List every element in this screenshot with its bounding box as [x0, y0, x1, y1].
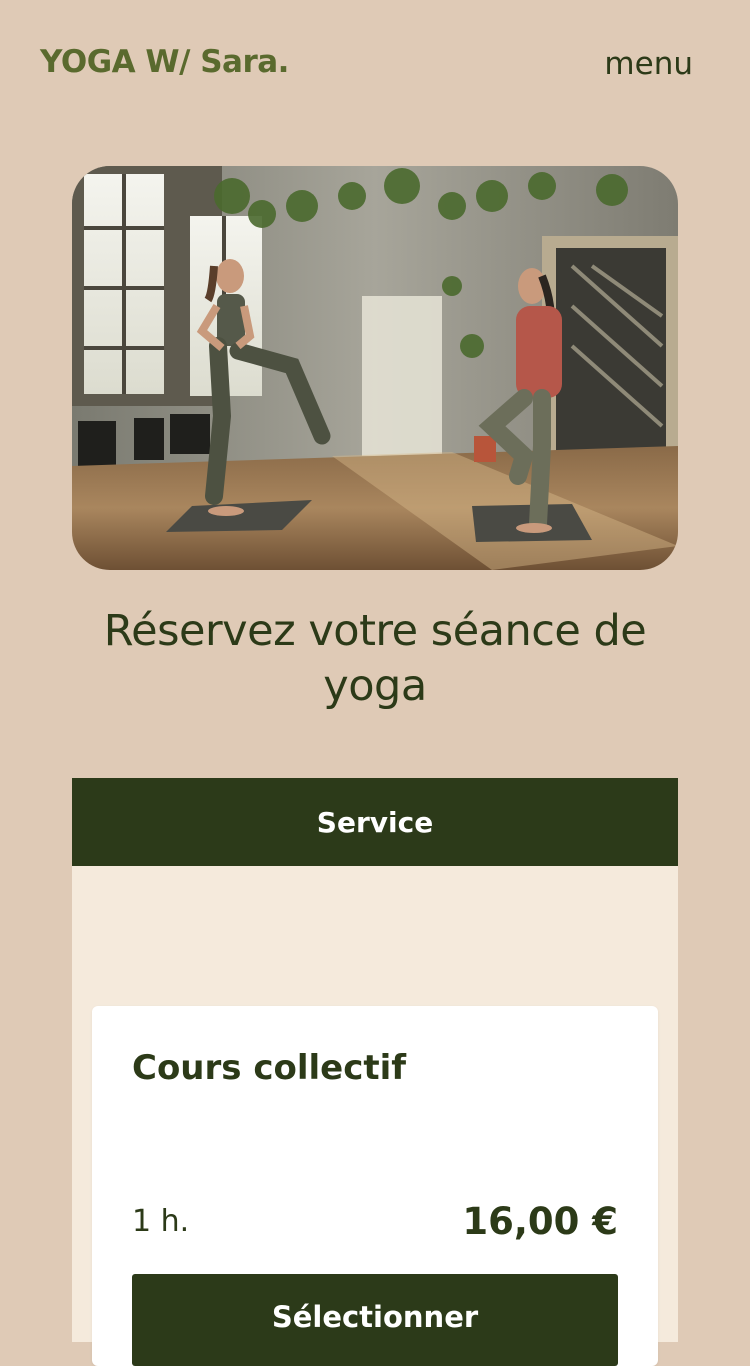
menu-button[interactable]: menu — [604, 46, 693, 82]
brand-logo[interactable]: YOGA W/ Sara. — [40, 44, 289, 80]
site-header: YOGA W/ Sara. menu — [0, 0, 750, 136]
select-service-button[interactable]: Sélectionner — [132, 1274, 618, 1366]
service-card-title: Cours collectif — [132, 1048, 407, 1088]
page-title: Réservez votre séance de yoga — [103, 606, 647, 711]
service-price: 16,00 € — [462, 1200, 618, 1243]
service-duration: 1 h. — [132, 1204, 190, 1239]
yoga-studio-photo — [72, 166, 678, 570]
hero-image — [72, 166, 678, 570]
service-header-label: Service — [316, 805, 434, 839]
service-card: Cours collectif 1 h. 16,00 € Sélectionne… — [92, 1006, 658, 1366]
service-section-header: Service — [72, 778, 678, 866]
